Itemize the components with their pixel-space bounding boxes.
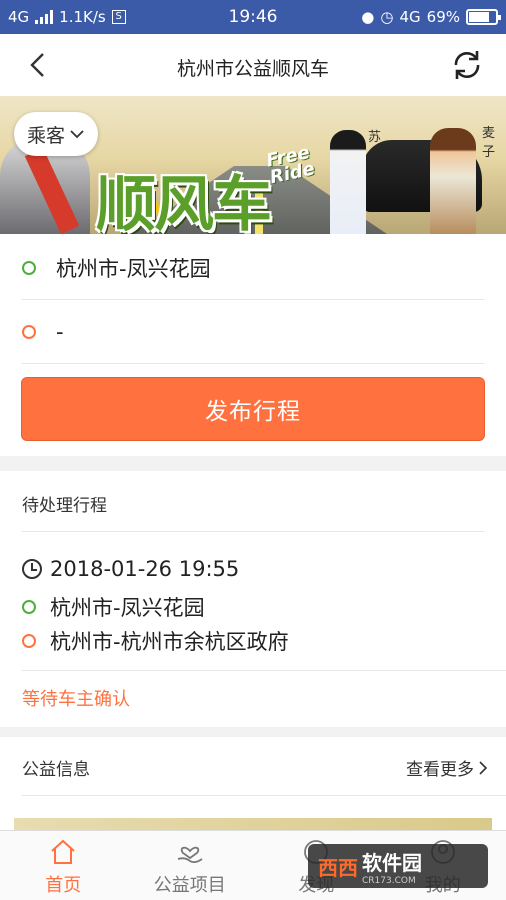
pending-trips-section: 待处理行程 2018-01-26 19:55 杭州市-凤兴花园 杭州市-杭州市余… [0,471,506,727]
trip-from-row: 杭州市-凤兴花园 [22,592,205,622]
role-selector[interactable]: 乘客 [14,112,98,156]
banner-woman-1 [330,130,366,234]
battery-level: 69% [426,8,460,26]
page-title: 杭州市公益顺风车 [176,58,329,80]
clock-icon [22,559,42,579]
trip-datetime-row: 2018-01-26 19:55 [22,557,239,581]
start-dot-icon [22,261,36,275]
banner-woman-2 [430,128,476,234]
battery-icon [466,9,501,25]
watermark-brand: 西西 [318,855,358,880]
status-bar: 4G 1.1K/s S 19:46 ● ◷ 4G 69% [0,0,506,34]
trip-from: 杭州市-凤兴花园 [50,596,205,620]
tab-welfare-projects[interactable]: 公益项目 [127,831,254,900]
title-bar: 杭州市公益顺风车 [0,34,506,96]
watermark-sub: 软件园 [362,850,422,875]
role-label: 乘客 [26,124,65,147]
tab-label: 公益项目 [153,875,226,896]
start-location-text: 杭州市-凤兴花园 [56,257,211,281]
view-more-label: 查看更多 [406,760,474,780]
trip-status: 等待车主确认 [22,689,130,710]
watermark-logo: 西西 软件园 CR173.COM [308,844,488,888]
divider [22,363,484,364]
divider [22,531,484,532]
network-type-2: 4G [399,8,421,26]
chevron-right-icon [479,760,488,775]
tab-home[interactable]: 首页 [0,831,127,900]
location-icon: ● [361,8,375,26]
divider [22,670,506,671]
chevron-down-icon [70,130,84,139]
heart-hand-icon [177,846,203,864]
banner-caption-2: 麦子 [482,126,496,160]
end-location-field[interactable]: - [0,300,506,364]
trip-datetime: 2018-01-26 19:55 [50,557,240,581]
end-dot-icon [22,634,36,648]
alarm-icon: ◷ [380,8,394,26]
trip-form: 杭州市-凤兴花园 - 发布行程 [0,234,506,456]
divider [22,795,506,796]
refresh-icon[interactable] [450,48,484,82]
trip-to: 杭州市-杭州市余杭区政府 [50,630,289,654]
banner-free-ride: Free Ride [264,142,317,189]
start-location-field[interactable]: 杭州市-凤兴花园 [0,236,506,300]
watermark-url: CR173.COM [362,875,416,886]
tab-label: 首页 [45,875,82,896]
banner-caption-1: 苏 [368,130,382,145]
banner-logo: 顺风车 [96,170,272,234]
pending-title: 待处理行程 [22,496,107,516]
view-more-link[interactable]: 查看更多 [406,755,488,780]
home-icon [51,839,75,864]
trip-to-row: 杭州市-杭州市余杭区政府 [22,626,289,656]
end-dot-icon [22,325,36,339]
end-location-text: - [56,320,64,344]
welfare-title: 公益信息 [22,760,90,780]
publish-trip-button[interactable]: 发布行程 [21,377,485,441]
start-dot-icon [22,600,36,614]
